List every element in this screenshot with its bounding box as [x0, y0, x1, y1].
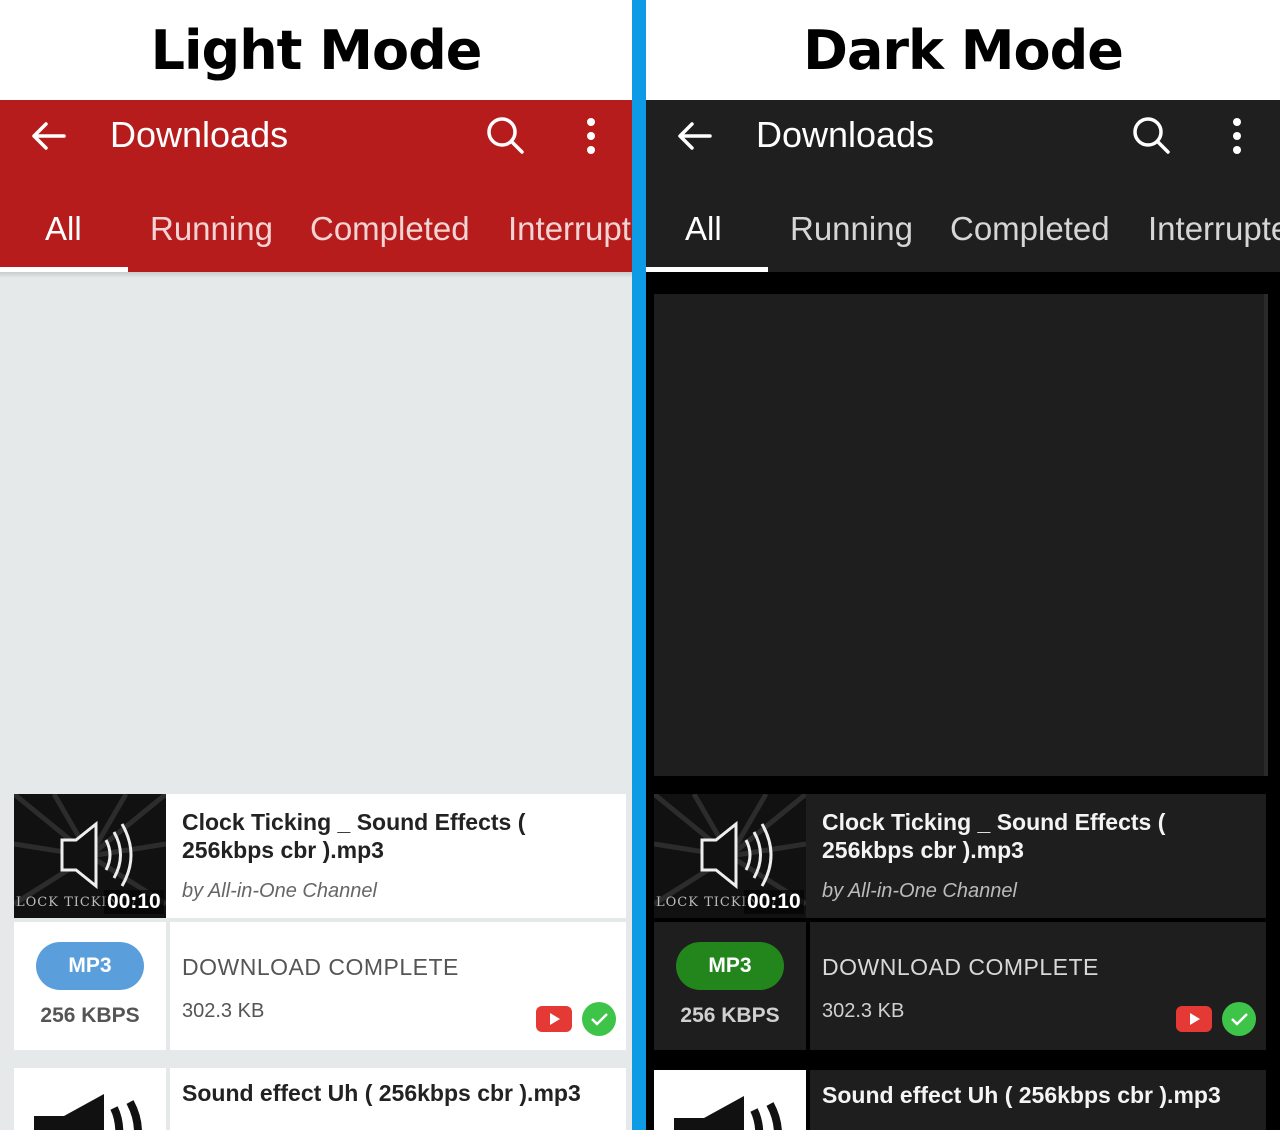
- download-item[interactable]: Sound effect Uh ( 256kbps cbr ).mp3: [14, 1068, 626, 1130]
- download-item-header: LOCK TICKING/ 00:10 Clock Ticking _ Soun…: [14, 794, 626, 918]
- check-icon[interactable]: [582, 1002, 616, 1036]
- back-button[interactable]: [30, 118, 72, 154]
- file-size: 302.3 KB: [822, 1000, 905, 1022]
- format-badge[interactable]: MP3: [36, 942, 144, 990]
- light-mode-screen: Downloads All Running Completed Interrup…: [0, 100, 632, 1130]
- speaker-icon: [34, 1094, 142, 1130]
- dark-mode-heading: Dark Mode: [803, 18, 1124, 82]
- tab-running[interactable]: Running: [150, 210, 273, 248]
- more-vert-icon: [1233, 118, 1241, 154]
- download-title: Clock Ticking _ Sound Effects ( 256kbps …: [822, 809, 1166, 863]
- duration-label: 00:10: [104, 890, 164, 914]
- download-title: Sound effect Uh ( 256kbps cbr ).mp3: [822, 1082, 1221, 1108]
- more-options-button[interactable]: [1222, 116, 1252, 156]
- media-preview-area: [654, 294, 1266, 776]
- download-item-header: LOCK TICKING/ 00:10 Clock Ticking _ Soun…: [654, 794, 1266, 918]
- app-bar: Downloads All Running Completed Interrup…: [0, 100, 632, 272]
- thumbnail[interactable]: LOCK TICKING/ 00:10: [654, 794, 806, 918]
- download-item[interactable]: Sound effect Uh ( 256kbps cbr ).mp3: [654, 1070, 1266, 1130]
- bitrate-label: 256 KBPS: [680, 1004, 780, 1027]
- bitrate-label: 256 KBPS: [40, 1004, 140, 1027]
- dark-mode-screen: Downloads All Running Completed Interrup…: [646, 100, 1280, 1130]
- status-panel: DOWNLOAD COMPLETE 302.3 KB: [810, 922, 1266, 1050]
- speaker-icon: [674, 1096, 782, 1130]
- tab-bar: All Running Completed Interrupte: [0, 192, 632, 272]
- tab-bar: All Running Completed Interrupte: [646, 192, 1280, 272]
- download-status: DOWNLOAD COMPLETE: [822, 954, 1099, 980]
- format-panel: MP3 256 KBPS: [14, 922, 166, 1050]
- arrow-left-icon: [678, 122, 712, 150]
- thumbnail[interactable]: LOCK TICKING/ 00:10: [14, 794, 166, 918]
- download-title: Sound effect Uh ( 256kbps cbr ).mp3: [182, 1080, 581, 1106]
- tab-all[interactable]: All: [45, 210, 82, 248]
- youtube-icon[interactable]: [1176, 1006, 1212, 1032]
- download-author: by All-in-One Channel: [822, 880, 1017, 902]
- tab-all[interactable]: All: [685, 210, 722, 248]
- back-button[interactable]: [676, 118, 718, 154]
- thumbnail[interactable]: [14, 1068, 166, 1130]
- page-title: Downloads: [756, 114, 935, 155]
- tab-interrupted[interactable]: Interrupte: [1148, 210, 1280, 248]
- search-button[interactable]: [484, 114, 526, 156]
- search-button[interactable]: [1130, 114, 1172, 156]
- tab-interrupted[interactable]: Interrupte: [508, 210, 632, 248]
- format-badge[interactable]: MP3: [676, 942, 784, 990]
- appbar-shadow: [0, 272, 632, 278]
- tab-running[interactable]: Running: [790, 210, 913, 248]
- tab-completed[interactable]: Completed: [310, 210, 470, 248]
- light-mode-heading: Light Mode: [150, 18, 483, 82]
- download-title: Clock Ticking _ Sound Effects ( 256kbps …: [182, 809, 526, 863]
- youtube-icon[interactable]: [536, 1006, 572, 1032]
- search-icon: [487, 117, 524, 154]
- arrow-left-icon: [32, 122, 66, 150]
- more-options-button[interactable]: [576, 116, 606, 156]
- page-title: Downloads: [110, 114, 289, 155]
- app-bar: Downloads All Running Completed Interrup…: [646, 100, 1280, 272]
- download-item-header: Sound effect Uh ( 256kbps cbr ).mp3: [170, 1068, 626, 1130]
- tab-completed[interactable]: Completed: [950, 210, 1110, 248]
- duration-label: 00:10: [744, 890, 804, 914]
- download-author: by All-in-One Channel: [182, 880, 377, 902]
- divider: [632, 0, 646, 1130]
- check-icon[interactable]: [1222, 1002, 1256, 1036]
- file-size: 302.3 KB: [182, 1000, 265, 1022]
- download-status: DOWNLOAD COMPLETE: [182, 954, 459, 980]
- status-panel: DOWNLOAD COMPLETE 302.3 KB: [170, 922, 626, 1050]
- search-icon: [1133, 117, 1170, 154]
- format-panel: MP3 256 KBPS: [654, 922, 806, 1050]
- download-item-header: Sound effect Uh ( 256kbps cbr ).mp3: [810, 1070, 1266, 1130]
- thumbnail[interactable]: [654, 1070, 806, 1130]
- scrollbar[interactable]: [1264, 294, 1268, 776]
- tab-indicator: [646, 267, 768, 272]
- more-vert-icon: [587, 118, 595, 154]
